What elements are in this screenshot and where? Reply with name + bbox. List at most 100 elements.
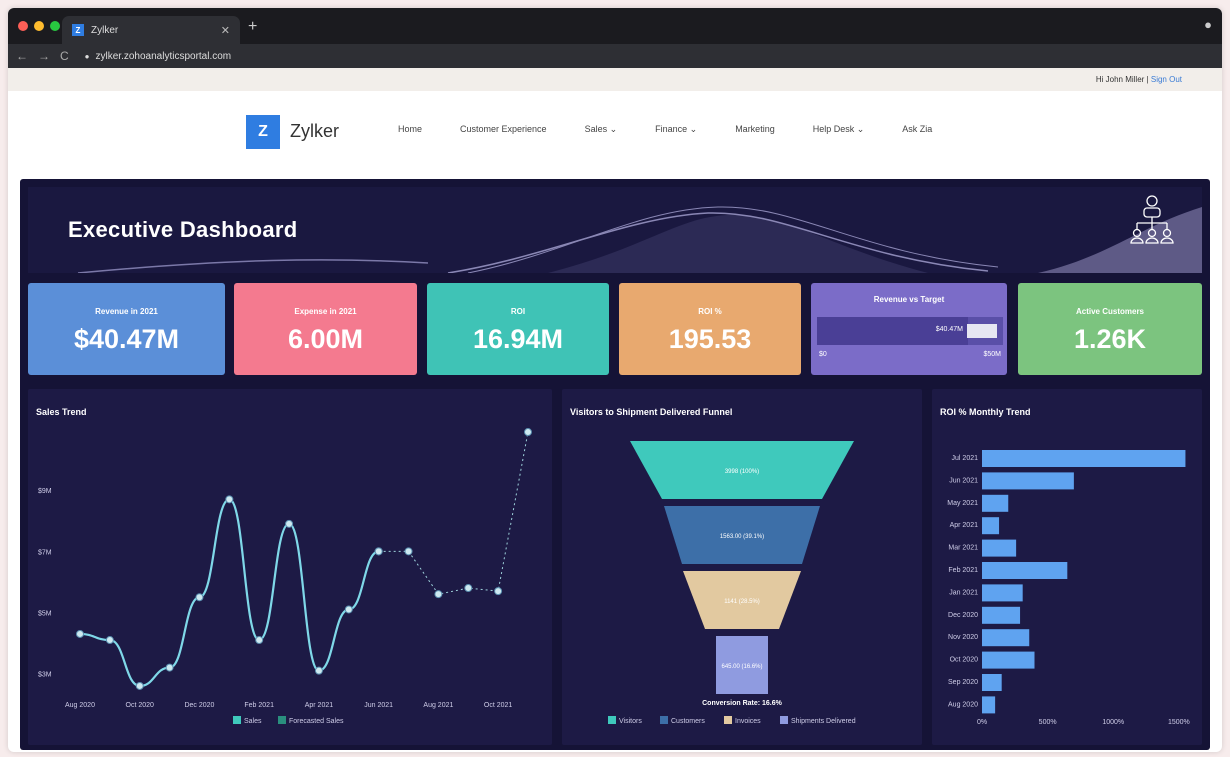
forecast-point [374, 547, 383, 556]
target-max: $50M [983, 351, 1001, 358]
category-label: Mar 2021 [948, 545, 978, 552]
category-label: Apr 2021 [950, 522, 979, 529]
funnel-chart: 3998 (100%) 1563.00 (39.1%) 1141 (28.5%) 64… [608, 441, 856, 725]
roi-bar [982, 696, 996, 714]
sales-point [225, 495, 234, 504]
x-tick-label: 0% [977, 719, 987, 726]
nav-item[interactable]: Customer Experience [460, 124, 547, 135]
funnel-stage-label: 1563.00 (39.1%) [720, 534, 764, 540]
y-tick-label: $9M [38, 488, 52, 495]
category-label: Aug 2020 [948, 701, 978, 708]
user-bar: Hi John Miller | Sign Out [8, 68, 1222, 91]
nav-item[interactable]: Home [398, 124, 422, 135]
kpi-value: 1.26K [1073, 324, 1147, 354]
close-window-button[interactable] [18, 21, 28, 31]
x-tick-label: 1000% [1102, 719, 1124, 726]
category-label: Sep 2020 [948, 679, 978, 686]
sales-point [195, 593, 204, 602]
roi-bar [982, 517, 1000, 535]
category-label: Nov 2020 [948, 634, 978, 641]
legend-label: Shipments Delivered [791, 718, 856, 725]
kpi-label: Active Customers [1075, 307, 1145, 316]
dashboard-banner: Executive Dashboard [28, 187, 1202, 273]
minimize-window-button[interactable] [34, 21, 44, 31]
sign-out-link[interactable]: Sign Out [1151, 75, 1182, 84]
kpi-value: 6.00M [287, 324, 364, 354]
x-tick-label: Jun 2021 [364, 702, 393, 709]
target-min: $0 [819, 351, 827, 358]
browser-settings-icon[interactable]: ● [1204, 17, 1212, 32]
forecast-point [434, 590, 443, 599]
sales-trend-panel[interactable]: Sales Trend $3M $5M $7M $9M Aug 2020 Oct 2020… [28, 389, 552, 745]
roi-bar [982, 472, 1074, 490]
kpi-revenue[interactable]: Revenue in 2021 $40.47M [28, 283, 225, 375]
legend-label: Sales [244, 718, 262, 725]
category-label: Oct 2020 [950, 657, 979, 664]
kpi-value: $40.47M [73, 324, 180, 354]
nav-menu: Home Customer Experience Sales ⌄ Finance ⌄ M… [398, 124, 970, 135]
roi-bar [982, 629, 1030, 647]
funnel-stage-label: 3998 (100%) [725, 469, 759, 475]
url-field[interactable]: ● zylker.zohoanalyticsportal.com [85, 51, 231, 62]
x-tick-label: Aug 2020 [65, 702, 95, 709]
legend-label: Customers [671, 718, 705, 725]
browser-window: Z Zylker ✕ + ● ← → C ● zylker.zohoanalyt… [8, 8, 1222, 752]
conversion-rate: Conversion Rate: 16.6% [702, 700, 783, 707]
legend-label: Forecasted Sales [289, 718, 344, 725]
legend-swatch [660, 716, 668, 724]
target-bar-value: $40.47M [935, 326, 963, 333]
nav-item[interactable]: Sales ⌄ [585, 124, 618, 135]
kpi-label: Revenue in 2021 [95, 307, 158, 316]
kpi-active-customers[interactable]: Active Customers 1.26K [1018, 283, 1202, 375]
logo-icon[interactable]: Z [246, 115, 280, 149]
sales-point [255, 636, 264, 645]
nav-item[interactable]: Help Desk ⌄ [813, 124, 865, 135]
reload-icon[interactable]: C [60, 49, 69, 63]
y-tick-label: $5M [38, 611, 52, 618]
kpi-roi-percent[interactable]: ROI % 195.53 [619, 283, 801, 375]
legend-swatch [780, 716, 788, 724]
kpi-revenue-vs-target[interactable]: Revenue vs Target $40.47M $0 $50M [811, 283, 1007, 375]
category-label: May 2021 [947, 500, 978, 507]
sales-point [285, 519, 294, 528]
dashboard-title: Executive Dashboard [68, 217, 298, 242]
forward-icon[interactable]: → [38, 49, 50, 63]
sales-point [314, 666, 323, 675]
maximize-window-button[interactable] [50, 21, 60, 31]
legend-label: Visitors [619, 718, 642, 725]
url-text: zylker.zohoanalyticsportal.com [95, 50, 232, 62]
nav-item[interactable]: Ask Zia [902, 124, 932, 135]
forecast-line [378, 431, 529, 595]
tab-title: Zylker [91, 24, 119, 36]
forecast-point [494, 587, 503, 596]
kpi-row: Revenue in 2021 $40.47M Expense in 2021 … [28, 283, 1202, 375]
kpi-roi[interactable]: ROI 16.94M [427, 283, 609, 375]
kpi-expense[interactable]: Expense in 2021 6.00M [234, 283, 417, 375]
funnel-stage-label: 645.00 (16.6%) [721, 664, 762, 670]
back-icon[interactable]: ← [16, 49, 28, 63]
category-label: Feb 2021 [948, 567, 978, 574]
browser-tab[interactable]: Z Zylker ✕ [62, 16, 240, 44]
nav-item[interactable]: Marketing [735, 124, 775, 135]
new-tab-icon[interactable]: + [248, 18, 257, 36]
sales-line [79, 498, 380, 688]
roi-trend-panel[interactable]: ROI % Monthly Trend Jul 2021 Jun 2021 May … [932, 389, 1202, 745]
kpi-label: ROI % [698, 307, 722, 316]
nav-item[interactable]: Finance ⌄ [655, 124, 697, 135]
close-tab-icon[interactable]: ✕ [221, 24, 230, 37]
forecast-point [404, 547, 413, 556]
kpi-value: 16.94M [472, 324, 564, 354]
x-tick-label: Oct 2021 [484, 702, 513, 709]
roi-bar [982, 651, 1035, 669]
sales-point [344, 605, 353, 614]
kpi-label: ROI [510, 307, 526, 316]
window-controls [18, 21, 60, 31]
x-tick-label: 1500% [1168, 719, 1190, 726]
funnel-panel[interactable]: Visitors to Shipment Delivered Funnel 39… [562, 389, 922, 745]
target-bar-track: $40.47M [817, 317, 1003, 345]
legend-swatch [278, 716, 286, 724]
roi-bar [982, 674, 1002, 691]
address-bar-row: ← → C ● zylker.zohoanalyticsportal.com [8, 44, 1222, 68]
target-bar-marker [967, 324, 997, 338]
logo-name[interactable]: Zylker [290, 121, 339, 142]
